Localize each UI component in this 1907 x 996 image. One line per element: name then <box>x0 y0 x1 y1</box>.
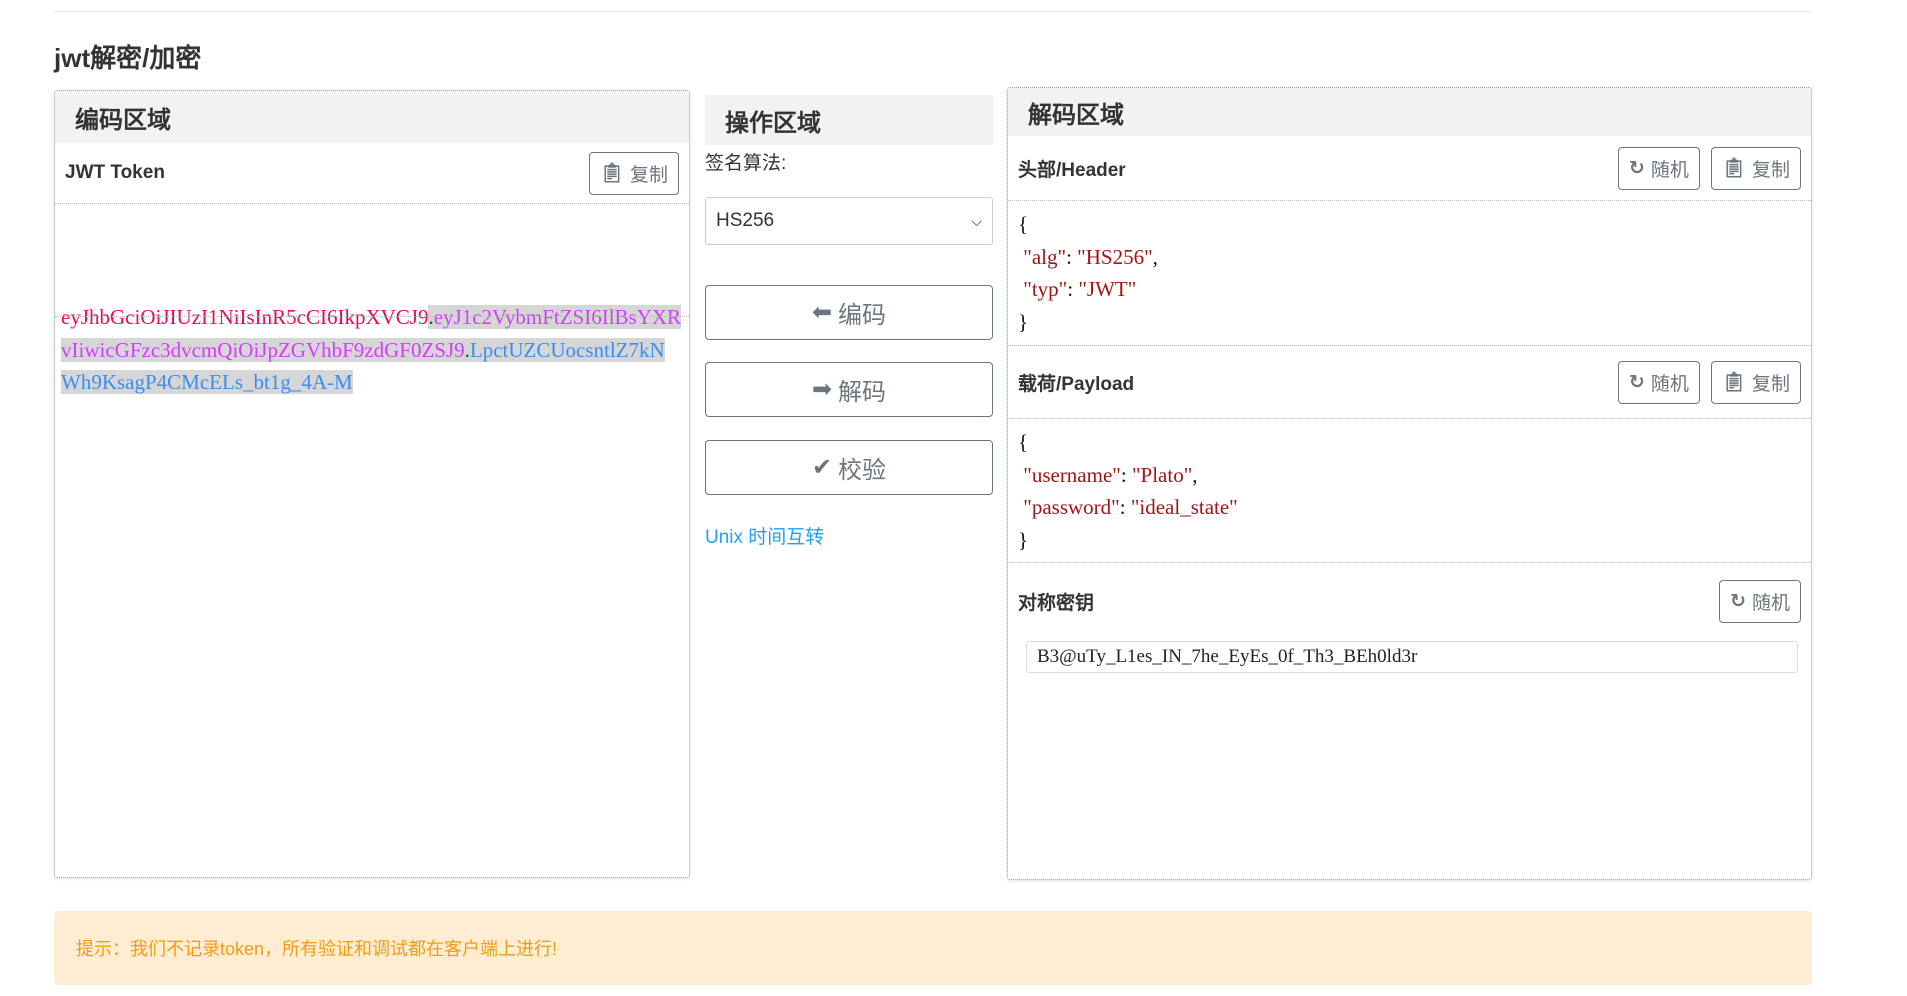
copy-label: 复制 <box>1751 373 1790 395</box>
header-label: 头部/Header <box>1018 159 1126 181</box>
random-label: 随机 <box>1650 159 1689 181</box>
json-comma: , <box>1152 244 1158 269</box>
copy-label: 复制 <box>629 164 668 186</box>
decode-button[interactable]: ➡ 解码 <box>705 362 993 417</box>
copy-payload-button[interactable]: 📋︎ 复制 <box>1710 360 1801 404</box>
json-brace: { <box>1018 212 1029 236</box>
page-title: jwt解密/加密 <box>54 43 202 73</box>
payload-row: 载荷/Payload ↻ 随机 📋︎ 复制 <box>1008 345 1811 419</box>
chevron-down-icon: ⌵ <box>971 212 982 229</box>
refresh-icon: ↻ <box>1628 157 1645 179</box>
unix-time-link[interactable]: Unix 时间互转 <box>705 522 824 549</box>
encode-label: 编码 <box>838 302 887 329</box>
json-value: "ideal_state" <box>1130 495 1238 519</box>
divider <box>55 316 689 317</box>
secret-row: 对称密钥 ↻ 随机 <box>1008 562 1811 639</box>
copy-label: 复制 <box>1751 159 1790 181</box>
algorithm-select[interactable]: HS256 ⌵ <box>705 197 993 245</box>
secret-label: 对称密钥 <box>1018 592 1095 614</box>
arrow-left-icon: ⬅ <box>811 299 833 326</box>
algorithm-label: 签名算法: <box>705 153 787 174</box>
jwt-token-label: JWT Token <box>65 162 165 183</box>
json-key: "alg" <box>1023 244 1067 269</box>
decode-panel: 解码区域 头部/Header ↻ 随机 📋︎ 复制 { "alg": "HS256"… <box>1007 87 1812 880</box>
copy-header-button[interactable]: 📋︎ 复制 <box>1710 146 1801 190</box>
random-header-button[interactable]: ↻ 随机 <box>1617 146 1700 190</box>
json-key: "username" <box>1023 462 1121 487</box>
encode-panel-title: 编码区域 <box>55 91 689 143</box>
json-comma: , <box>1192 462 1198 487</box>
token-header: eyJhbGciOiJIUzI1NiIsInR5cCI6IkpXVCJ9 <box>61 305 429 329</box>
payload-label: 载荷/Payload <box>1018 373 1135 395</box>
arrow-right-icon: ➡ <box>811 376 833 403</box>
json-brace: } <box>1018 309 1029 334</box>
top-divider <box>54 11 1812 12</box>
copy-token-button[interactable]: 📋︎ 复制 <box>588 151 679 195</box>
algorithm-value: HS256 <box>716 210 775 231</box>
decode-panel-title: 解码区域 <box>1008 88 1811 136</box>
json-value: "HS256" <box>1077 244 1153 269</box>
encode-button[interactable]: ⬅ 编码 <box>705 285 993 340</box>
clipboard-icon: 📋︎ <box>1721 372 1746 393</box>
json-key: "typ" <box>1023 277 1068 301</box>
refresh-icon: ↻ <box>1730 590 1746 612</box>
tip-alert: 提示：我们不记录token，所有验证和调试都在客户端上进行! <box>54 911 1812 985</box>
random-payload-button[interactable]: ↻ 随机 <box>1617 360 1700 404</box>
decode-label: 解码 <box>838 379 887 406</box>
json-value: "JWT" <box>1078 277 1137 301</box>
header-json-editor[interactable]: { "alg": "HS256", "typ": "JWT" } <box>1018 208 1158 338</box>
refresh-icon: ↻ <box>1628 371 1645 393</box>
encode-panel: 编码区域 JWT Token 📋︎ 复制 eyJhbGciOiJIUzI1NiIs… <box>54 90 690 878</box>
random-secret-button[interactable]: ↻ 随机 <box>1719 579 1801 623</box>
payload-json-editor[interactable]: { "username": "Plato", "password": "idea… <box>1018 426 1238 556</box>
check-icon: ✔ <box>811 454 833 481</box>
clipboard-icon: 📋︎ <box>599 163 624 184</box>
header-row: 头部/Header ↻ 随机 📋︎ 复制 <box>1008 136 1811 201</box>
random-label: 随机 <box>1650 373 1689 395</box>
jwt-token-row: JWT Token 📋︎ 复制 <box>55 143 689 204</box>
json-brace: { <box>1018 430 1029 454</box>
json-brace: } <box>1018 527 1029 552</box>
secret-input[interactable]: B3@uTy_L1es_IN_7he_EyEs_0f_Th3_BEh0ld3r <box>1026 641 1798 673</box>
random-label: 随机 <box>1751 592 1790 614</box>
json-key: "password" <box>1023 495 1120 519</box>
clipboard-icon: 📋︎ <box>1721 158 1746 179</box>
json-value: "Plato" <box>1131 462 1193 487</box>
verify-label: 校验 <box>838 457 887 484</box>
operation-panel-title: 操作区域 <box>705 95 993 145</box>
verify-button[interactable]: ✔ 校验 <box>705 440 993 495</box>
token-dot: . <box>428 305 434 329</box>
